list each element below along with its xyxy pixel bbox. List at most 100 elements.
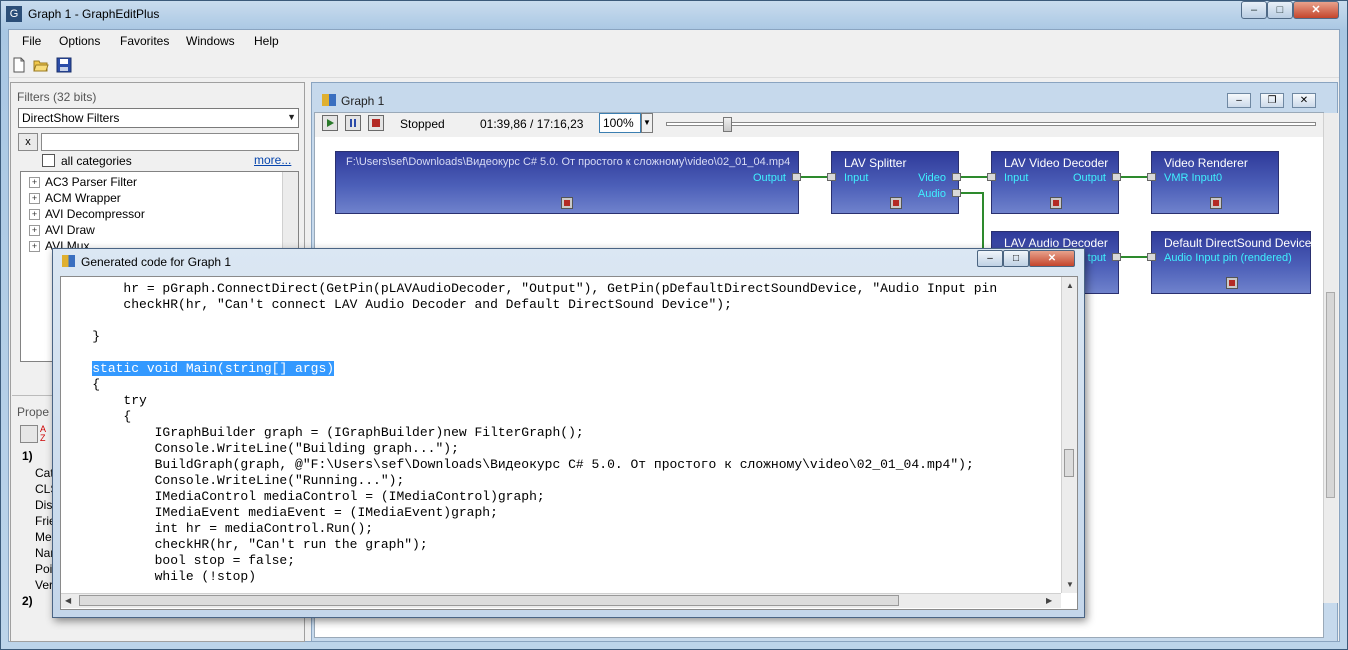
pin-connector[interactable]: [1112, 173, 1121, 181]
expand-icon[interactable]: +: [29, 209, 40, 221]
scroll-down-icon[interactable]: ▼: [1066, 580, 1074, 589]
more-link[interactable]: more...: [254, 153, 291, 167]
expand-icon[interactable]: +: [29, 241, 40, 253]
pin-connector[interactable]: [952, 173, 961, 181]
menu-favorites[interactable]: Favorites: [120, 34, 169, 48]
code-window-title: Generated code for Graph 1: [81, 255, 232, 269]
pin-source-output[interactable]: Output: [753, 172, 786, 184]
expand-icon[interactable]: +: [29, 177, 40, 189]
filter-stop-icon: [890, 197, 902, 209]
chevron-down-icon: ▼: [287, 112, 296, 122]
code-line: while (!stop): [61, 569, 257, 584]
scroll-up-icon[interactable]: ▲: [1066, 281, 1074, 290]
pin-connector[interactable]: [792, 173, 801, 181]
pin-connector[interactable]: [1147, 173, 1156, 181]
alphabetical-icon[interactable]: AZ: [40, 425, 52, 443]
menu-file[interactable]: File: [22, 34, 41, 48]
filter-lav-splitter-name: LAV Splitter: [844, 156, 907, 170]
pin-adec-output[interactable]: tput: [1088, 252, 1106, 264]
menu-options[interactable]: Options: [59, 34, 100, 48]
close-button[interactable]: ✕: [1293, 1, 1339, 19]
pin-splitter-audio[interactable]: Audio: [918, 188, 946, 200]
graph-minimize-button[interactable]: –: [1227, 93, 1251, 108]
minimize-button[interactable]: –: [1241, 1, 1267, 19]
pin-vdec-output[interactable]: Output: [1073, 172, 1106, 184]
pause-button[interactable]: [345, 115, 361, 131]
code-vertical-scroll-thumb[interactable]: [1064, 449, 1074, 477]
all-categories-label: all categories: [61, 154, 132, 168]
property-group[interactable]: 1): [22, 449, 33, 463]
list-item[interactable]: + AVI Draw: [29, 223, 95, 237]
menu-help[interactable]: Help: [254, 34, 279, 48]
expand-icon[interactable]: +: [29, 193, 40, 205]
filter-category-select[interactable]: DirectShow Filters ▼: [18, 108, 299, 128]
categorized-icon[interactable]: [20, 425, 38, 443]
open-folder-icon[interactable]: [33, 57, 49, 73]
code-maximize-button[interactable]: □: [1003, 250, 1029, 267]
code-horizontal-scroll-thumb[interactable]: [79, 595, 899, 606]
list-item[interactable]: + AC3 Parser Filter: [29, 175, 137, 189]
code-line: }: [61, 329, 101, 344]
all-categories-checkbox[interactable]: [42, 154, 55, 167]
save-icon[interactable]: [56, 57, 72, 73]
list-item[interactable]: + ACM Wrapper: [29, 191, 121, 205]
scroll-right-icon[interactable]: ▶: [1046, 596, 1052, 605]
graph-close-button[interactable]: ✕: [1292, 93, 1316, 108]
pin-connector[interactable]: [1112, 253, 1121, 261]
property-row[interactable]: Cat: [35, 466, 54, 480]
pin-connector[interactable]: [952, 189, 961, 197]
pin-arend-input[interactable]: Audio Input pin (rendered): [1164, 252, 1292, 264]
toolbar: [9, 53, 1339, 78]
filter-lav-splitter[interactable]: LAV Splitter Input Video Audio: [831, 151, 959, 214]
property-row[interactable]: Ver: [35, 578, 53, 592]
code-line: bool stop = false;: [61, 553, 296, 568]
filter-category-value: DirectShow Filters: [22, 111, 120, 125]
pin-splitter-input[interactable]: Input: [844, 172, 868, 184]
code-editor[interactable]: while (!stop) bool stop = false; checkHR…: [60, 276, 1078, 610]
pin-connector[interactable]: [827, 173, 836, 181]
connection-line: [801, 176, 827, 178]
pin-connector[interactable]: [987, 173, 996, 181]
menu-windows[interactable]: Windows: [186, 34, 235, 48]
code-line: Console.WriteLine("Running...");: [61, 473, 405, 488]
filter-source[interactable]: F:\Users\sef\Downloads\Видеокурс C# 5.0.…: [335, 151, 799, 214]
code-minimize-button[interactable]: –: [977, 250, 1003, 267]
filter-lav-video-decoder-name: LAV Video Decoder: [1004, 156, 1109, 170]
code-line: IMediaEvent mediaEvent = (IMediaEvent)gr…: [61, 505, 498, 520]
stop-button[interactable]: [368, 115, 384, 131]
code-line: {: [61, 377, 101, 392]
filter-video-renderer[interactable]: Video Renderer VMR Input0: [1151, 151, 1279, 214]
filter-lav-video-decoder[interactable]: LAV Video Decoder Input Output: [991, 151, 1119, 214]
seek-slider-thumb[interactable]: [723, 117, 732, 132]
filter-directsound-device[interactable]: Default DirectSound Device Audio Input p…: [1151, 231, 1311, 294]
filter-search-input[interactable]: [41, 133, 299, 151]
seek-slider[interactable]: [666, 122, 1316, 126]
property-row[interactable]: Poi: [35, 562, 52, 576]
zoom-select[interactable]: 100%: [599, 113, 641, 133]
pin-vrend-input[interactable]: VMR Input0: [1164, 172, 1222, 184]
filter-directsound-device-name: Default DirectSound Device: [1164, 236, 1312, 250]
property-group[interactable]: 2): [22, 594, 33, 608]
scroll-left-icon[interactable]: ◀: [65, 596, 71, 605]
maximize-button[interactable]: □: [1267, 1, 1293, 19]
code-horizontal-scrollbar[interactable]: ◀ ▶: [61, 593, 1061, 608]
clear-search-button[interactable]: x: [18, 133, 38, 151]
graph-window-icon: [322, 94, 336, 106]
connection-line: [961, 192, 983, 194]
pin-splitter-video[interactable]: Video: [918, 172, 946, 184]
graph-restore-button[interactable]: ❐: [1260, 93, 1284, 108]
properties-label: Prope: [17, 405, 50, 419]
code-vertical-scrollbar[interactable]: ▲ ▼: [1061, 277, 1077, 593]
expand-icon[interactable]: +: [29, 225, 40, 237]
new-file-icon[interactable]: [11, 57, 27, 73]
pin-connector[interactable]: [1147, 253, 1156, 261]
play-button[interactable]: [322, 115, 338, 131]
chevron-down-icon[interactable]: ▼: [641, 113, 653, 133]
list-item[interactable]: + AVI Decompressor: [29, 207, 145, 221]
code-close-button[interactable]: ✕: [1029, 250, 1075, 267]
selected-code: static void Main(string[] args): [92, 361, 335, 376]
pin-vdec-input[interactable]: Input: [1004, 172, 1028, 184]
connection-line: [982, 192, 984, 250]
code-line: checkHR(hr, "Can't connect LAV Audio Dec…: [61, 297, 732, 312]
graph-vertical-scroll-thumb[interactable]: [1326, 292, 1335, 498]
